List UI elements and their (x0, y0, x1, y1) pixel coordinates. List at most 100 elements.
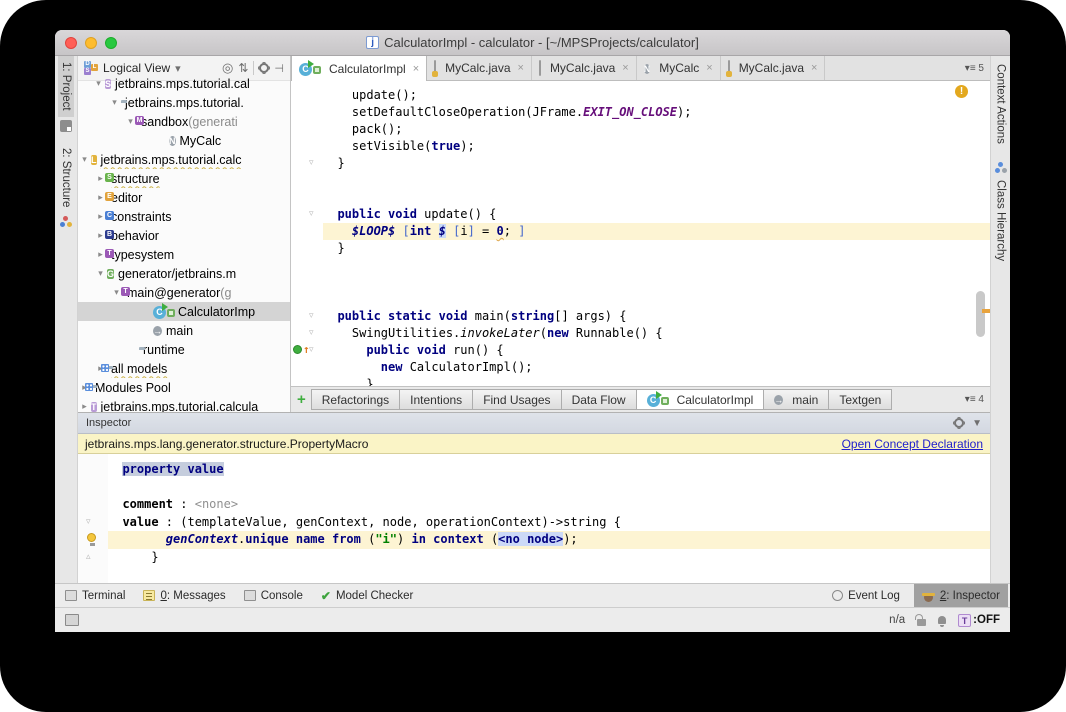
unlocked-padlock-icon[interactable] (917, 619, 926, 626)
notifications-icon[interactable] (938, 616, 946, 624)
toolwindow-button-project[interactable]: 1: Project (58, 56, 74, 117)
bottom-tab-main[interactable]: →main (763, 389, 829, 410)
toolwindow-button-structure[interactable]: 2: Structure (58, 142, 74, 213)
toolwindow-button-console[interactable]: Console (244, 590, 303, 602)
tree-expander-icon[interactable]: ▾ (92, 78, 105, 89)
tree-item-calculatorimp[interactable]: CCalculatorImp (78, 302, 290, 321)
tree-item-behavior[interactable]: ▸Bbehavior (78, 226, 290, 245)
bottom-tab-find-usages[interactable]: Find Usages (472, 389, 561, 410)
toolwindow-toggle-icon[interactable] (65, 614, 79, 626)
app-window: j CalculatorImpl - calculator - [~/MPSPr… (55, 30, 1010, 632)
main-node-arrow-icon: → (774, 392, 783, 407)
editor-bottom-tab-bar: + RefactoringsIntentionsFind UsagesData F… (291, 386, 990, 412)
fold-marker-icon[interactable]: ▿ (309, 328, 314, 337)
editor-tab-mycalc-java[interactable]: MyCalc.java× (721, 56, 826, 80)
tree-item-jetbrains-mps-tutorial-calcula[interactable]: ▸Tjetbrains.mps.tutorial.calcula (78, 397, 290, 412)
tree-item-generator-jetbrains-m[interactable]: ▾Ggenerator/jetbrains.m (78, 264, 290, 283)
tree-item-jetbrains-mps-tutorial-cal[interactable]: ▾Sjetbrains.mps.tutorial.cal (78, 74, 290, 93)
tree-item-suffix: (g (220, 286, 231, 300)
tree-item-editor[interactable]: ▸Eeditor (78, 188, 290, 207)
bottom-tab-intentions[interactable]: Intentions (399, 389, 473, 410)
fold-marker-icon[interactable]: ▿ (309, 158, 314, 167)
gear-icon[interactable] (259, 63, 269, 73)
toolwindow-button-event-log[interactable]: Event Log (832, 590, 900, 602)
close-icon[interactable]: × (413, 63, 419, 75)
close-icon[interactable]: × (622, 62, 628, 74)
minimize-button[interactable] (85, 37, 97, 49)
close-icon[interactable]: × (518, 62, 524, 74)
view-selector[interactable]: Logical View (103, 61, 170, 75)
locked-file-icon (434, 61, 436, 75)
tree-expander-icon[interactable]: ▾ (78, 154, 91, 165)
fold-marker-icon[interactable]: ▿ (309, 345, 314, 354)
close-button[interactable] (65, 37, 77, 49)
typesystem-trace-icon[interactable]: T (958, 614, 971, 627)
tree-item-mycalc[interactable]: NMyCalc (78, 131, 290, 150)
inspector-header: Inspector ▼ (78, 413, 990, 434)
editor-tab-calculatorimpl[interactable]: CCalculatorImpl× (291, 56, 427, 81)
inspections-warning-icon[interactable]: ! (955, 85, 968, 98)
editor-scrollbar[interactable] (976, 291, 985, 337)
collapse-all-icon[interactable]: ⇅ (238, 61, 248, 75)
intention-bulb-icon[interactable] (87, 533, 96, 542)
toolwindow-button-class-hierarchy[interactable]: Class Hierarchy (993, 174, 1009, 267)
inspector-panel: Inspector ▼ jetbrains.mps.lang.generator… (78, 412, 990, 583)
fold-closed-marker-icon[interactable]: ▵ (86, 552, 91, 561)
toolwindow-button-2-inspector[interactable]: 2: Inspector (914, 584, 1008, 608)
tab-label: MyCalc (659, 61, 699, 75)
tab-label: CalculatorImpl (677, 393, 754, 407)
tab-list-overflow[interactable]: ▾≡ 5 (965, 63, 990, 74)
window-title-wrap: j CalculatorImpl - calculator - [~/MPSPr… (55, 35, 1010, 50)
hide-panel-icon[interactable]: ⊣ (274, 62, 284, 75)
fold-marker-icon[interactable]: ▿ (309, 311, 314, 320)
tree-expander-icon[interactable]: ▾ (108, 97, 121, 108)
tree-expander-icon[interactable]: ▾ (94, 268, 107, 279)
inspector-gear-icon[interactable] (954, 418, 964, 428)
inspector-editor[interactable]: ▿▵ property value comment : <none> value… (78, 454, 990, 583)
override-marker-icon[interactable] (293, 345, 302, 354)
fold-marker-icon[interactable]: ▿ (86, 517, 91, 526)
bottom-tab-calculatorimpl[interactable]: CCalculatorImpl (636, 389, 765, 410)
right-toolwindow-stripe: Context Actions Class Hierarchy (990, 56, 1010, 583)
tree-item-main[interactable]: →main (78, 321, 290, 340)
bottom-tab-refactorings[interactable]: Refactorings (311, 389, 400, 410)
tree-item-all-models[interactable]: ▸all models (78, 359, 290, 378)
toolwindow-bar: Terminal 0: Messages Console ✔Model Checker… (55, 583, 1010, 607)
toolwindow-button-terminal[interactable]: Terminal (65, 590, 125, 602)
bottom-tab-textgen[interactable]: Textgen (828, 389, 892, 410)
tree-item-jetbrains-mps-tutorial-[interactable]: ▾jetbrains.mps.tutorial. (78, 93, 290, 112)
bottom-tab-data-flow[interactable]: Data Flow (561, 389, 637, 410)
fold-marker-icon[interactable]: ▿ (309, 209, 314, 218)
editor-tab-mycalc-java[interactable]: MyCalc.java× (427, 56, 532, 80)
tree-item-label: structure (111, 172, 160, 186)
add-tab-icon[interactable]: + (297, 391, 306, 408)
tree-item-main-generator[interactable]: ▾Tmain@generator (g (78, 283, 290, 302)
tree-item-typesystem[interactable]: ▸Ttypesystem (78, 245, 290, 264)
toolwindow-button-model-checker[interactable]: ✔Model Checker (321, 589, 413, 603)
chevron-down-icon[interactable]: ▾ (175, 62, 181, 75)
toolwindow-button-0-messages[interactable]: 0: Messages (143, 590, 225, 602)
code-editor[interactable]: ▿▿▿▿▿ update(); setDefaultCloseOperation… (291, 81, 990, 386)
error-stripe-mark[interactable] (982, 309, 990, 313)
code-line: public static void main(string[] args) { (323, 308, 990, 325)
zoom-button[interactable] (105, 37, 117, 49)
editor-tab-mycalc[interactable]: NMyCalc× (637, 56, 721, 80)
close-icon[interactable]: × (811, 62, 817, 74)
toolwindow-button-context-actions[interactable]: Context Actions (993, 58, 1009, 150)
tree-item-constraints[interactable]: ▸Cconstraints (78, 207, 290, 226)
editor-tab-mycalc-java[interactable]: MyCalc.java× (532, 56, 637, 80)
code-line: setDefaultCloseOperation(JFrame.EXIT_ON_… (323, 104, 990, 121)
tree-item-sandbox[interactable]: ▾Msandbox (generati (78, 112, 290, 131)
open-concept-declaration-link[interactable]: Open Concept Declaration (842, 437, 983, 451)
tab-list-overflow[interactable]: ▾≡ 4 (965, 394, 986, 405)
close-icon[interactable]: × (706, 62, 712, 74)
inspector-dock-icon[interactable]: ▼ (972, 418, 982, 429)
tree-expander-icon[interactable]: ▸ (78, 401, 91, 412)
tree-item-modules-pool[interactable]: ▸Modules Pool (78, 378, 290, 397)
code-line: public void run() { (323, 342, 990, 359)
inspector-gutter: ▿▵ (78, 454, 108, 583)
tree-item-structure[interactable]: ▸Sstructure (78, 169, 290, 188)
tree-item-jetbrains-mps-tutorial-calc[interactable]: ▾Ljetbrains.mps.tutorial.calc (78, 150, 290, 169)
code-line: $LOOP$ [int $ [i] = 0; ] (323, 223, 990, 240)
tree-item-runtime[interactable]: runtime (78, 340, 290, 359)
